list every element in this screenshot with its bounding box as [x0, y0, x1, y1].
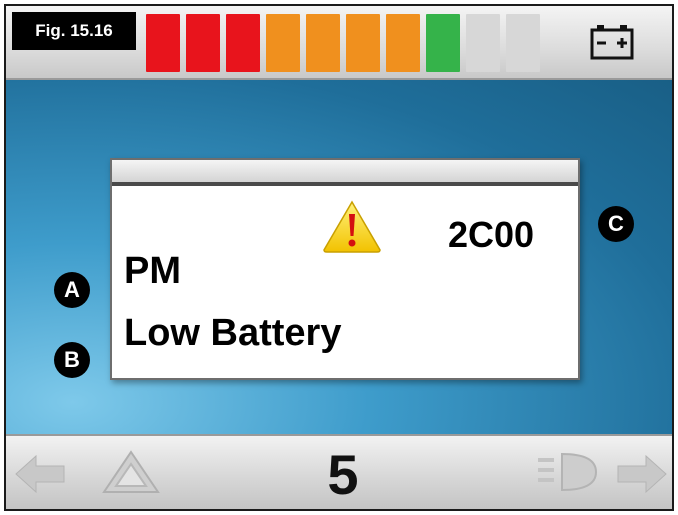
error-dialog: 2C00 PM Low Battery: [110, 158, 580, 380]
battery-segment-red: [226, 14, 260, 72]
main-display-area: 2C00 PM Low Battery A B C: [6, 80, 672, 438]
battery-icon: [590, 25, 634, 60]
bottom-control-bar: 5: [6, 434, 672, 509]
callout-a: A: [54, 272, 90, 308]
battery-segment-empty: [506, 14, 540, 72]
arrow-left-icon[interactable]: [14, 454, 66, 494]
hazard-icon[interactable]: [102, 450, 160, 494]
battery-segment-orange: [386, 14, 420, 72]
battery-segment-empty: [466, 14, 500, 72]
warning-icon: [323, 200, 381, 253]
module-label: PM: [124, 250, 181, 292]
battery-segment-orange: [306, 14, 340, 72]
battery-segment-orange: [266, 14, 300, 72]
battery-segment-red: [146, 14, 180, 72]
callout-b: B: [54, 342, 90, 378]
top-status-bar: Fig. 15.16: [6, 6, 672, 80]
battery-segment-orange: [346, 14, 380, 72]
lights-icon[interactable]: [536, 450, 598, 494]
battery-gauge: [146, 14, 540, 72]
figure-label: Fig. 15.16: [12, 12, 136, 50]
error-message: Low Battery: [124, 312, 342, 354]
display-frame: Fig. 15.16 2C00 PM Low Battery A B C 5: [4, 4, 674, 511]
battery-segment-red: [186, 14, 220, 72]
speed-setting: 5: [327, 443, 359, 506]
dialog-header: [112, 160, 578, 186]
callout-c: C: [598, 206, 634, 242]
arrow-right-icon[interactable]: [616, 454, 668, 494]
battery-segment-green: [426, 14, 460, 72]
error-code: 2C00: [448, 214, 535, 255]
